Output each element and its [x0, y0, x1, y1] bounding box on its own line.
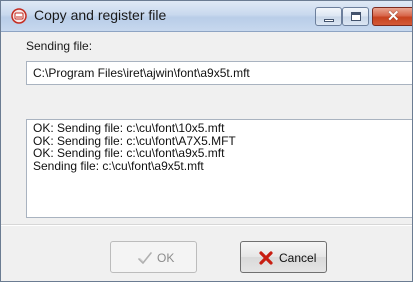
footer-divider — [1, 224, 412, 226]
sending-file-label: Sending file: — [26, 39, 93, 53]
dialog-window: Copy and register file ✕ Sending file: C… — [0, 0, 413, 282]
cancel-button[interactable]: Cancel — [240, 241, 327, 273]
sending-file-path-field[interactable]: C:\Program Files\iret\ajwin\font\a9x5t.m… — [26, 61, 412, 85]
log-output-box[interactable]: OK: Sending file: c:\cu\font\10x5.mft OK… — [26, 119, 412, 218]
ok-button[interactable]: OK — [110, 241, 197, 273]
window-title: Copy and register file — [34, 7, 167, 23]
minimize-button[interactable] — [315, 7, 342, 26]
title-bar[interactable]: Copy and register file ✕ — [1, 1, 412, 32]
close-button[interactable]: ✕ — [372, 7, 412, 26]
app-icon — [11, 8, 27, 24]
maximize-button[interactable] — [342, 7, 369, 26]
red-x-icon — [258, 250, 274, 266]
log-line: Sending file: c:\cu\font\a9x5t.mft — [33, 158, 204, 173]
maximize-icon — [351, 12, 361, 21]
log-line: OK: Sending file: c:\cu\font\10x5.mft — [33, 121, 225, 135]
log-line: OK: Sending file: c:\cu\font\a9x5.mft — [33, 146, 225, 160]
minimize-icon — [324, 19, 334, 22]
cancel-button-label: Cancel — [279, 251, 317, 265]
close-icon: ✕ — [387, 8, 400, 25]
ok-button-label: OK — [157, 251, 175, 265]
checkmark-icon — [137, 250, 153, 266]
